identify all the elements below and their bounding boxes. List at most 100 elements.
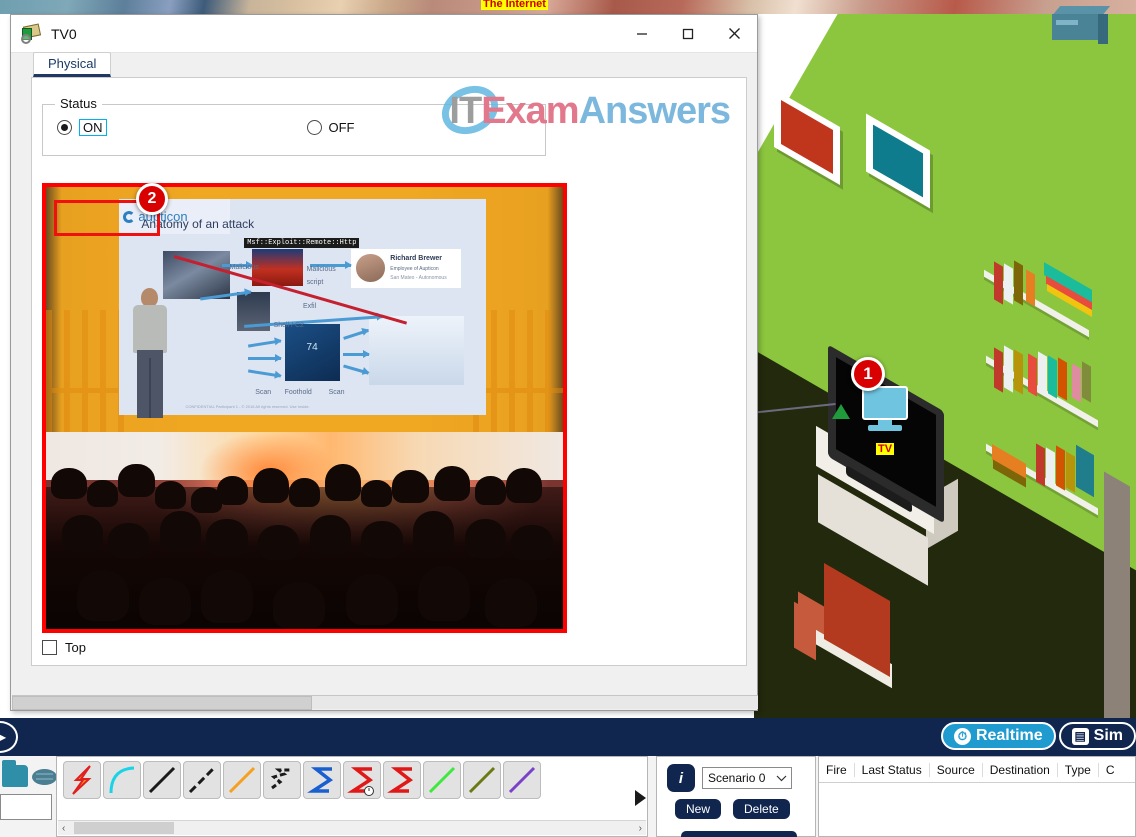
fiber-cable-icon[interactable]: [223, 761, 261, 799]
logo-it: IT: [449, 90, 482, 132]
copper-straight-through-cable-icon[interactable]: [143, 761, 181, 799]
copper-cross-over-cable-icon[interactable]: [183, 761, 221, 799]
chevron-down-icon: [776, 771, 787, 785]
mode-toolbar: ▶ ⏱ Realtime ▤ Sim: [0, 718, 1136, 756]
label-shell-c2: Shell / C2: [273, 322, 304, 330]
end-devices-folder-icon[interactable]: [2, 760, 28, 787]
realtime-mode-button[interactable]: ⏱ Realtime: [940, 722, 1056, 750]
slide-thermostat: 74: [284, 324, 340, 381]
label-malicious-2: Malicious: [306, 266, 336, 274]
expand-panel-arrow-icon[interactable]: ▶: [0, 721, 18, 753]
person-role: Employee of Aupticon: [390, 265, 439, 272]
scroll-right-arrow[interactable]: ›: [639, 823, 646, 834]
internet-cloud-device[interactable]: [1051, 6, 1111, 46]
person-location: San Mateo - Autonomous: [390, 274, 447, 281]
window-buttons: [619, 15, 757, 52]
minimize-icon[interactable]: [619, 15, 665, 52]
scroll-left-arrow[interactable]: ‹: [58, 823, 65, 834]
octal-cable-icon[interactable]: [423, 761, 461, 799]
tv-node-icon[interactable]: [856, 386, 914, 436]
scenario-panel[interactable]: i Scenario 0 New Delete: [656, 756, 816, 837]
automatically-choose-connection-icon[interactable]: [63, 761, 101, 799]
person-name: Richard Brewer: [390, 255, 443, 263]
palette-next-arrow-icon[interactable]: [635, 790, 646, 806]
presentation-slide: Anatomy of an attack Msf::Exploit::Remot…: [119, 199, 487, 416]
connections-panel[interactable]: ‹ ›: [56, 756, 648, 837]
column-source[interactable]: Source: [930, 762, 983, 777]
console-cable-icon[interactable]: [103, 761, 141, 799]
annotation-badge-1: 1: [851, 357, 885, 391]
stage-area: Anatomy of an attack Msf::Exploit::Remot…: [46, 187, 563, 433]
exploit-code-chip: Msf::Exploit::Remote::Http: [244, 238, 360, 249]
link-status-triangle: [832, 404, 850, 419]
realtime-mode-label: Realtime: [975, 727, 1043, 744]
cloud-icon[interactable]: [32, 769, 57, 785]
room-illustration: TV: [754, 14, 1136, 718]
radio-on-label: ON: [79, 119, 107, 136]
column-color[interactable]: C: [1099, 763, 1122, 777]
serial-dce-cable-icon[interactable]: [343, 761, 381, 799]
column-last-status[interactable]: Last Status: [855, 762, 930, 777]
slide-title: Anatomy of an attack: [141, 216, 255, 231]
annotation-badge-2: 2: [136, 183, 168, 215]
event-list-panel[interactable]: Fire Last Status Source Destination Type…: [818, 756, 1136, 837]
connections-scroll-thumb[interactable]: [74, 822, 174, 834]
new-scenario-button[interactable]: New: [675, 799, 722, 819]
iot-custom-cable-icon[interactable]: [463, 761, 501, 799]
wall-right-edge: [1104, 471, 1130, 718]
physical-tab-panel: IT ExamAnswers Status ON OFF 2 Anatomy o…: [31, 77, 747, 666]
audience-area: [46, 432, 563, 629]
device-category-panel[interactable]: [0, 756, 60, 837]
label-exfil: Exfil: [302, 302, 317, 310]
slide-dashboard: [369, 315, 465, 385]
dialog-horizontal-scrollbar[interactable]: [12, 695, 758, 710]
scenario-select[interactable]: Scenario 0: [702, 767, 792, 789]
label-scan-left: Scan: [255, 389, 272, 397]
dialog-tabstrip[interactable]: Physical: [11, 52, 757, 77]
radio-on-indicator: [57, 120, 72, 135]
packet-tracer-screen: The Internet TV 1 TV0 Physical IT ExamAn…: [0, 0, 1136, 837]
label-scan-right: Scan: [328, 389, 345, 397]
clock-icon: ⏱: [953, 727, 971, 745]
label-script: script: [306, 279, 324, 287]
dialog-title: TV0: [51, 25, 77, 42]
radio-status-off[interactable]: OFF: [306, 120, 355, 135]
internet-cloud-label: The Internet: [481, 0, 548, 10]
usb-cable-icon[interactable]: [503, 761, 541, 799]
dialog-title-bar[interactable]: TV0: [11, 15, 757, 53]
serial-dte-cable-icon[interactable]: [383, 761, 421, 799]
top-checkbox-row[interactable]: Top: [42, 640, 86, 655]
column-destination[interactable]: Destination: [983, 762, 1058, 777]
logo-answers: Answers: [578, 90, 731, 132]
scenario-toggle-bar[interactable]: [681, 831, 797, 837]
maximize-icon[interactable]: [665, 15, 711, 52]
connection-type-list: [63, 761, 541, 799]
column-fire[interactable]: Fire: [819, 762, 855, 777]
top-checkbox[interactable]: [42, 640, 57, 655]
speaker-figure: [129, 287, 171, 418]
simulation-mode-button[interactable]: ▤ Sim: [1058, 722, 1136, 750]
scenario-info-button[interactable]: i: [667, 764, 695, 792]
label-malicious-1: Malicious: [229, 264, 259, 271]
top-checkbox-label: Top: [65, 640, 86, 655]
mode-switcher: ⏱ Realtime ▤ Sim: [940, 722, 1136, 750]
column-type[interactable]: Type: [1058, 762, 1099, 777]
scenario-select-value: Scenario 0: [708, 771, 766, 785]
radio-status-on[interactable]: ON: [57, 119, 107, 136]
workspace-top-strip: [0, 0, 1136, 14]
slide-footer-text: CONFIDENTIAL Participant 1 - © 2016 All …: [185, 403, 310, 409]
coaxial-cable-icon[interactable]: [303, 761, 341, 799]
connections-scrollbar[interactable]: ‹ ›: [58, 820, 646, 835]
tab-physical[interactable]: Physical: [33, 52, 112, 77]
close-icon[interactable]: [711, 15, 757, 52]
simulation-mode-label: Sim: [1093, 727, 1123, 744]
phone-cable-icon[interactable]: [263, 761, 301, 799]
dialog-scroll-thumb[interactable]: [12, 696, 312, 710]
tv0-properties-dialog[interactable]: TV0 Physical IT ExamAnswers Status ON OF…: [10, 14, 758, 711]
thermostat-value: 74: [306, 342, 318, 354]
slide-person-card: Richard Brewer Employee of Aupticon San …: [350, 248, 461, 288]
simulation-icon: ▤: [1071, 727, 1089, 745]
device-type-cell[interactable]: [0, 794, 52, 820]
delete-scenario-button[interactable]: Delete: [733, 799, 790, 819]
itexamanswers-logo: IT ExamAnswers: [434, 77, 731, 143]
